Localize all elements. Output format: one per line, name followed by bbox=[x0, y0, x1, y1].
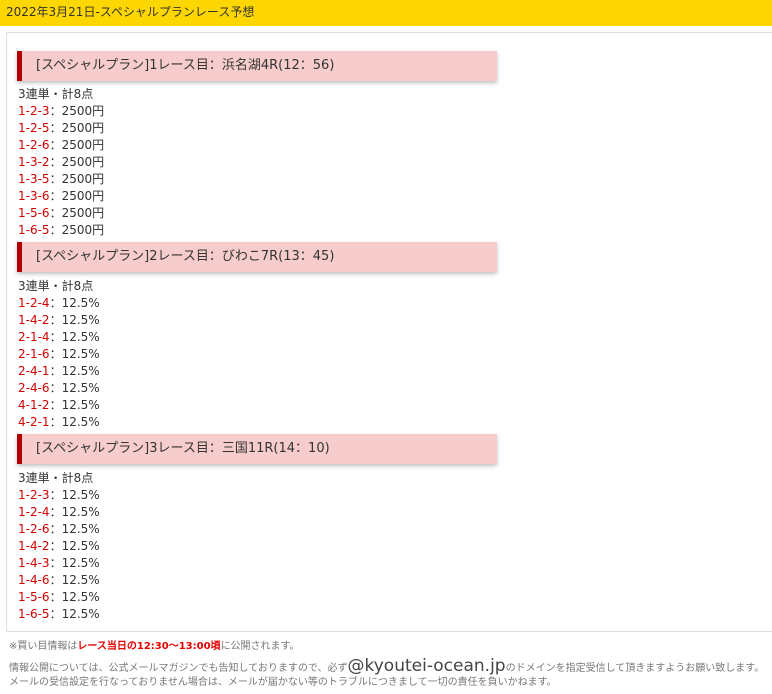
bet-combo: 1-2-5 bbox=[18, 121, 50, 135]
bet-combo: 4-2-1 bbox=[18, 415, 50, 429]
bet-amount: ：12.5% bbox=[49, 381, 100, 395]
bet-line: 1-4-3：12.5% bbox=[18, 555, 100, 572]
domain-text: @kyoutei-ocean.jp bbox=[347, 656, 506, 676]
bet-line: 1-2-6：2500円 bbox=[18, 137, 104, 154]
prediction-panel bbox=[6, 32, 772, 632]
bet-amount: ：12.5% bbox=[49, 398, 100, 412]
bet-amount: ：12.5% bbox=[49, 330, 100, 344]
bet-combo: 1-2-4 bbox=[18, 505, 50, 519]
bet-combo: 1-2-3 bbox=[18, 488, 50, 502]
bet-combo: 2-4-1 bbox=[18, 364, 50, 378]
bet-amount: ：12.5% bbox=[49, 415, 100, 429]
bet-line: 1-2-6：12.5% bbox=[18, 521, 100, 538]
race-heading-2: [スペシャルプラン]2レース目：びわこ7R(13：45) bbox=[17, 242, 497, 272]
bet-line: 1-6-5：2500円 bbox=[18, 222, 104, 239]
bet-amount: ：12.5% bbox=[49, 505, 100, 519]
bet-combo: 1-4-6 bbox=[18, 573, 50, 587]
bet-amount: ：2500円 bbox=[49, 138, 105, 152]
note-suffix: に公開されます。 bbox=[220, 641, 300, 652]
bet-line: 2-4-1：12.5% bbox=[18, 363, 100, 380]
bet-combo: 2-1-6 bbox=[18, 347, 50, 361]
bet-amount: ：2500円 bbox=[49, 104, 105, 118]
page-title-bar: 2022年3月21日-スペシャルプランレース予想 bbox=[0, 0, 772, 26]
bet-line: 2-1-6：12.5% bbox=[18, 346, 100, 363]
bet-line: 2-1-4：12.5% bbox=[18, 329, 100, 346]
bet-line: 1-4-6：12.5% bbox=[18, 572, 100, 589]
bet-line: 4-1-2：12.5% bbox=[18, 397, 100, 414]
race-heading-text: [スペシャルプラン]2レース目：びわこ7R(13：45) bbox=[36, 249, 335, 264]
race-summary-1: 3連単・計8点 bbox=[18, 87, 94, 101]
bet-combo: 1-5-6 bbox=[18, 590, 50, 604]
bet-combo: 1-2-4 bbox=[18, 296, 50, 310]
bet-combo: 1-6-5 bbox=[18, 223, 50, 237]
bet-line: 1-3-5：2500円 bbox=[18, 171, 104, 188]
bet-line: 1-3-2：2500円 bbox=[18, 154, 104, 171]
note-highlight: レース当日の12:30〜13:00頃 bbox=[77, 641, 221, 652]
bet-line: 1-2-3：12.5% bbox=[18, 487, 100, 504]
race-summary-2: 3連単・計8点 bbox=[18, 279, 94, 293]
bet-combo: 4-1-2 bbox=[18, 398, 50, 412]
bet-combo: 1-4-2 bbox=[18, 313, 50, 327]
bet-amount: ：2500円 bbox=[49, 223, 105, 237]
bet-amount: ：2500円 bbox=[49, 189, 105, 203]
page-title: 2022年3月21日-スペシャルプランレース予想 bbox=[6, 5, 255, 19]
bet-combo: 1-3-6 bbox=[18, 189, 50, 203]
bet-combo: 2-1-4 bbox=[18, 330, 50, 344]
bet-combo: 1-3-2 bbox=[18, 155, 50, 169]
bet-amount: ：12.5% bbox=[49, 573, 100, 587]
bet-line: 1-5-6：12.5% bbox=[18, 589, 100, 606]
bet-amount: ：12.5% bbox=[49, 347, 100, 361]
bet-combo: 2-4-6 bbox=[18, 381, 50, 395]
bet-combo: 1-2-6 bbox=[18, 138, 50, 152]
bet-line: 2-4-6：12.5% bbox=[18, 380, 100, 397]
mail-warning-note: メールの受信設定を行なっておりません場合は、メールが届かない等のトラブルにつきま… bbox=[9, 677, 557, 688]
bet-amount: ：12.5% bbox=[49, 539, 100, 553]
bet-combo: 1-5-6 bbox=[18, 206, 50, 220]
race-heading-text: [スペシャルプラン]1レース目：浜名湖4R(12：56) bbox=[36, 58, 335, 73]
bet-combo: 1-6-5 bbox=[18, 607, 50, 621]
bet-amount: ：12.5% bbox=[49, 607, 100, 621]
bet-line: 1-2-5：2500円 bbox=[18, 120, 104, 137]
bet-amount: ：12.5% bbox=[49, 590, 100, 604]
bet-amount: ：12.5% bbox=[49, 556, 100, 570]
race-heading-3: [スペシャルプラン]3レース目：三国11R(14：10) bbox=[17, 434, 497, 464]
bet-amount: ：2500円 bbox=[49, 155, 105, 169]
publish-time-note: ※買い目情報はレース当日の12:30〜13:00頃に公開されます。 bbox=[9, 640, 300, 654]
bet-amount: ：12.5% bbox=[49, 522, 100, 536]
race-heading-text: [スペシャルプラン]3レース目：三国11R(14：10) bbox=[36, 441, 330, 456]
bet-amount: ：12.5% bbox=[49, 364, 100, 378]
bet-combo: 1-3-5 bbox=[18, 172, 50, 186]
bet-combo: 1-2-3 bbox=[18, 104, 50, 118]
bet-amount: ：12.5% bbox=[49, 488, 100, 502]
bet-combo: 1-2-6 bbox=[18, 522, 50, 536]
bet-line: 1-5-6：2500円 bbox=[18, 205, 104, 222]
bet-combo: 1-4-3 bbox=[18, 556, 50, 570]
bet-line: 1-4-2：12.5% bbox=[18, 312, 100, 329]
info-prefix: 情報公開については、公式メールマガジンでも告知しておりますので、必ず bbox=[9, 663, 348, 674]
bet-amount: ：12.5% bbox=[49, 296, 100, 310]
note-prefix: ※買い目情報は bbox=[9, 641, 78, 652]
bet-line: 1-3-6：2500円 bbox=[18, 188, 104, 205]
bet-amount: ：2500円 bbox=[49, 206, 105, 220]
bet-line: 1-2-3：2500円 bbox=[18, 103, 104, 120]
bet-line: 4-2-1：12.5% bbox=[18, 414, 100, 431]
bet-line: 1-2-4：12.5% bbox=[18, 504, 100, 521]
bet-amount: ：2500円 bbox=[49, 121, 105, 135]
info-suffix: のドメインを指定受信して頂きますようお願い致します。 bbox=[505, 663, 765, 674]
bet-line: 1-2-4：12.5% bbox=[18, 295, 100, 312]
bet-line: 1-6-5：12.5% bbox=[18, 606, 100, 623]
bet-amount: ：12.5% bbox=[49, 313, 100, 327]
bet-amount: ：2500円 bbox=[49, 172, 105, 186]
bet-line: 1-4-2：12.5% bbox=[18, 538, 100, 555]
race-summary-3: 3連単・計8点 bbox=[18, 471, 94, 485]
race-heading-1: [スペシャルプラン]1レース目：浜名湖4R(12：56) bbox=[17, 51, 497, 81]
bet-combo: 1-4-2 bbox=[18, 539, 50, 553]
